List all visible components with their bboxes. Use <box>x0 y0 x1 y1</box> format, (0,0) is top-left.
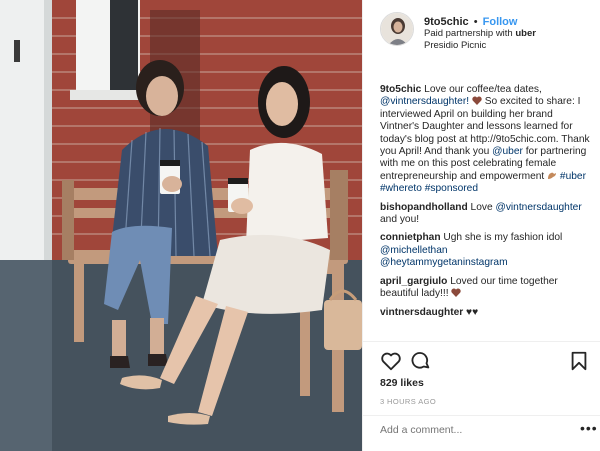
caption-mention-uber[interactable]: @uber <box>492 146 523 157</box>
comment-username[interactable]: bishopandholland <box>380 202 468 213</box>
comment-text: Love <box>467 201 496 213</box>
avatar[interactable] <box>380 12 414 46</box>
brown-heart-icon <box>472 96 482 106</box>
comment-username[interactable]: connietphan <box>380 232 441 243</box>
brown-heart-icon <box>451 288 462 298</box>
post-author-username[interactable]: 9to5chic <box>424 16 469 28</box>
comment-mention-2[interactable]: @heytammygetaninstagram <box>380 257 508 268</box>
paid-partnership-label: Paid partnership with <box>424 28 513 39</box>
avatar-image <box>381 13 413 45</box>
flexed-arm-icon <box>548 172 557 179</box>
comment-text-after: and you! <box>380 214 420 226</box>
comment-username[interactable]: vintnersdaughter <box>380 307 463 318</box>
add-comment-input[interactable] <box>380 424 570 436</box>
comment-mention[interactable]: @vintnersdaughter <box>495 202 581 213</box>
partner-link[interactable]: uber <box>515 28 536 39</box>
caption-text-1: Love our coffee/tea dates, <box>421 84 542 95</box>
follow-button[interactable]: Follow <box>483 16 518 28</box>
comment-text: ♥♥ <box>463 306 479 318</box>
comment-username[interactable]: april_gargiulo <box>380 276 447 287</box>
divider <box>363 341 600 342</box>
post-header: 9to5chic • Follow Paid partnership with … <box>363 0 600 62</box>
location-link[interactable]: Presidio Picnic <box>424 40 536 52</box>
comment-item: april_gargiulo Loved our time together b… <box>380 276 590 301</box>
post-timestamp[interactable]: 3 HOURS AGO <box>380 397 436 406</box>
photo-illustration <box>0 0 362 451</box>
more-options-button[interactable]: ••• <box>580 420 598 436</box>
post-sidebar: 9to5chic • Follow Paid partnership with … <box>362 0 600 451</box>
like-heart-icon[interactable] <box>380 350 402 372</box>
comment-item: bishopandholland Love @vintnersdaughter … <box>380 202 590 227</box>
header-separator: • <box>473 16 478 28</box>
post-photo[interactable] <box>0 0 362 451</box>
divider <box>363 415 600 416</box>
comment-mention[interactable]: @michellethan <box>380 245 448 256</box>
post-actions <box>380 350 588 374</box>
caption-username[interactable]: 9to5chic <box>380 84 421 95</box>
comment-item: connietphan Ugh she is my fashion idol @… <box>380 232 590 269</box>
caption: 9to5chic Love our coffee/tea dates, @vin… <box>380 84 590 196</box>
instagram-post: 9to5chic • Follow Paid partnership with … <box>0 0 600 451</box>
comment-item: vintnersdaughter ♥♥ <box>380 307 590 319</box>
comment-bubble-icon[interactable] <box>410 350 432 372</box>
comment-text: Ugh she is my fashion idol <box>440 232 563 244</box>
comments-list: 9to5chic Love our coffee/tea dates, @vin… <box>380 84 590 325</box>
bookmark-icon[interactable] <box>568 350 590 372</box>
caption-mention-vintnersdaughter[interactable]: @vintnersdaughter! <box>380 96 469 107</box>
like-count[interactable]: 829 likes <box>380 377 424 389</box>
